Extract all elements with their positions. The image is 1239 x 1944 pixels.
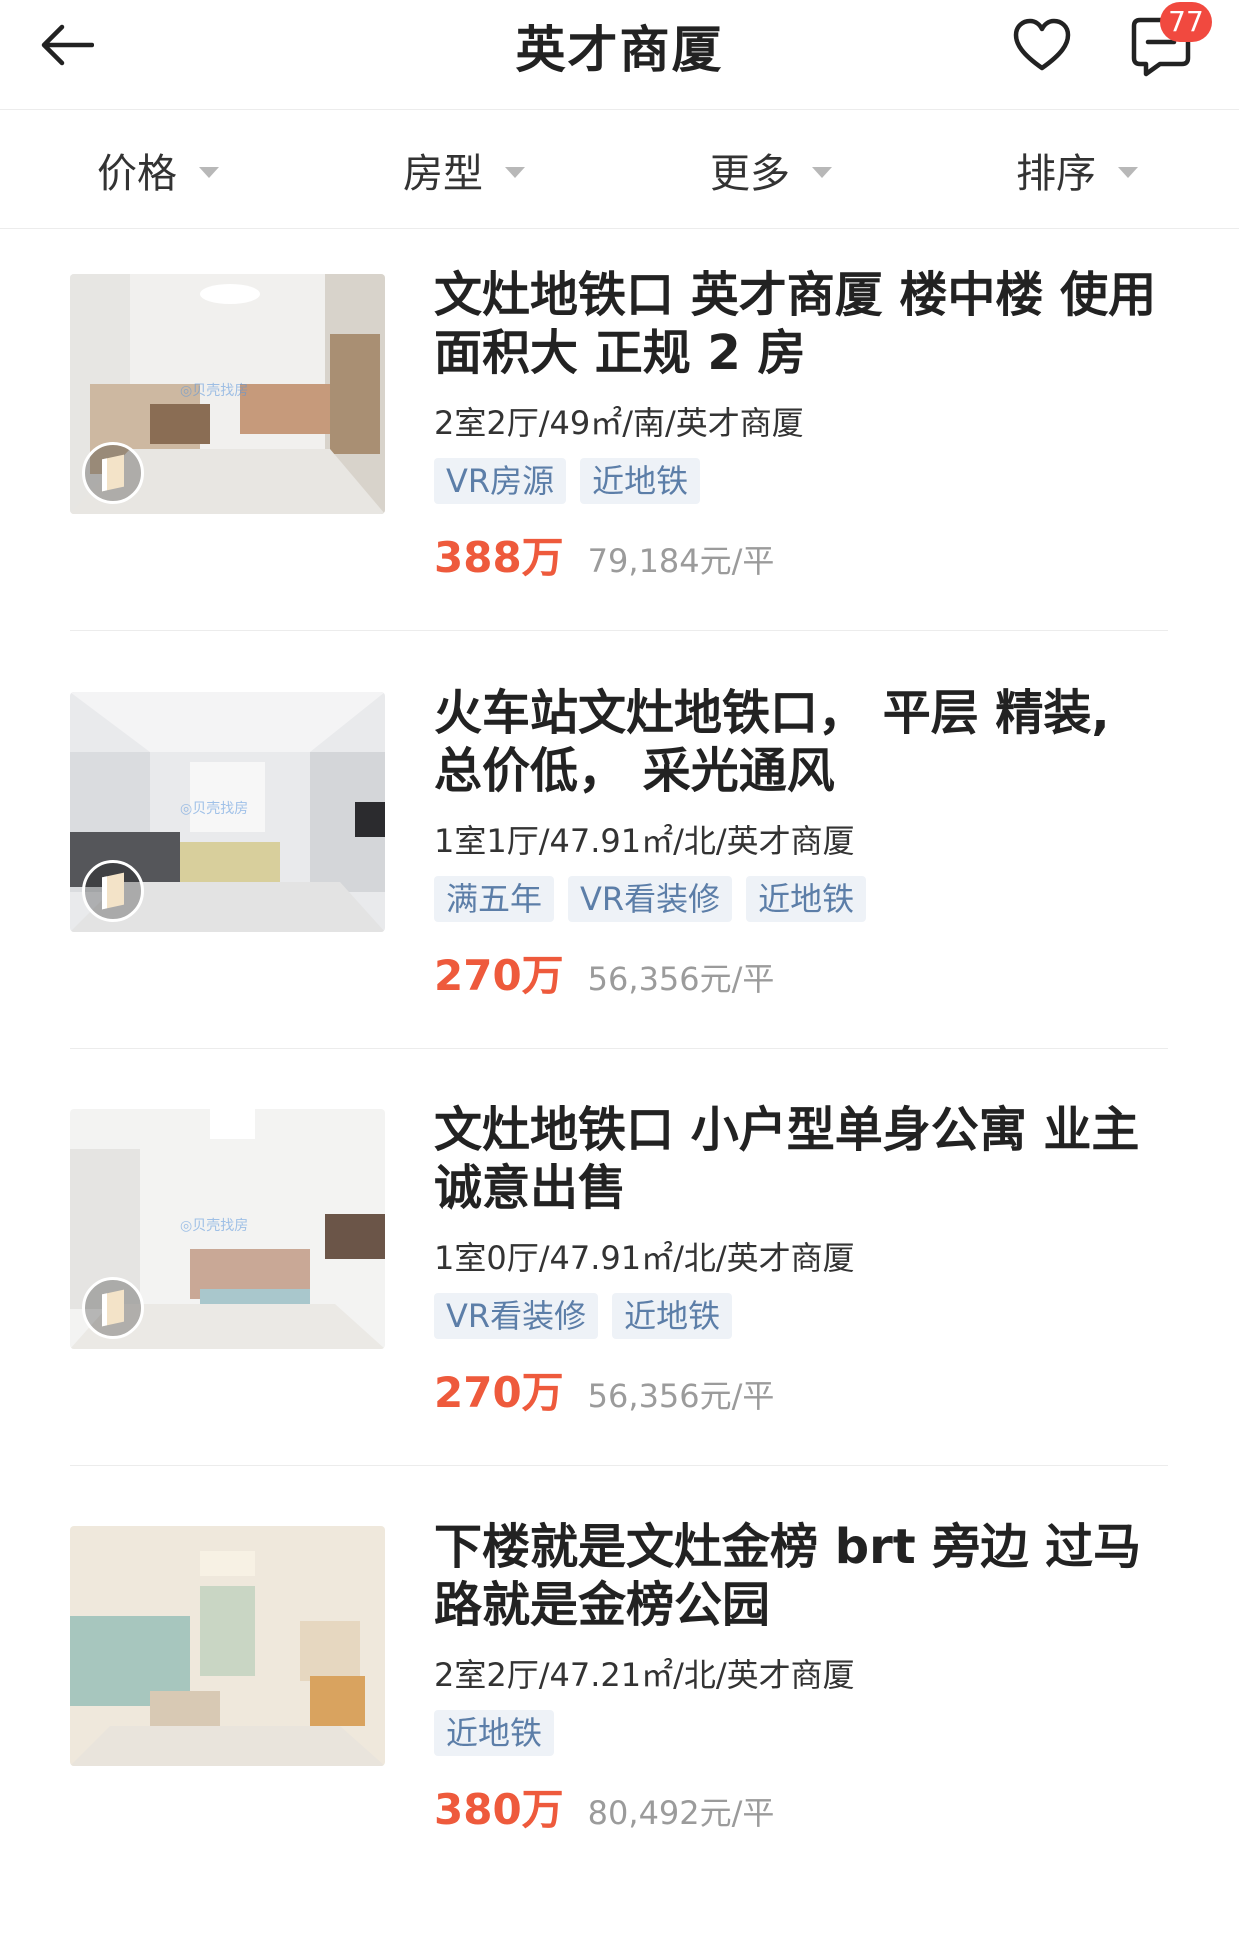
price-row: 388万 79,184元/平 [434,524,774,585]
caret-down-icon [505,166,525,178]
total-price: 270万 [434,1368,564,1417]
tag: VR看装修 [568,876,733,922]
tag: 近地铁 [746,876,867,922]
filter-bar: 价格 房型 更多 排序 [0,111,1239,229]
total-price: 270万 [434,951,564,1000]
vr-badge-icon [82,442,144,504]
listing-photo[interactable] [70,1526,385,1766]
tag: VR房源 [434,458,567,504]
filter-label: 价格 [97,151,177,197]
listing-title: 文灶地铁口 小户型单身公寓 业主诚意出售 [434,1102,1140,1216]
listing-photo[interactable]: ◎贝壳找房 [70,692,385,932]
filter-price[interactable]: 价格 [97,145,219,197]
filter-more[interactable]: 更多 [710,145,832,197]
message-count-badge: 77 [1160,2,1212,42]
unit-price: 56,356元/平 [587,1377,775,1415]
filter-label: 排序 [1016,151,1096,197]
caret-down-icon [1118,166,1138,178]
tag: 近地铁 [580,458,701,504]
unit-price: 79,184元/平 [587,542,775,580]
filter-room-type[interactable]: 房型 [403,145,525,197]
listing-meta: 1室0厅/47.91㎡/北/英才商厦 [434,1239,855,1277]
listing-meta: 2室2厅/47.21㎡/北/英才商厦 [434,1656,855,1694]
unit-price: 80,492元/平 [587,1794,775,1832]
watermark: ◎贝壳找房 [180,1218,249,1234]
tag-list: VR看装修 近地铁 [434,1293,733,1339]
total-price: 380万 [434,1785,564,1834]
listing-photo[interactable]: ◎贝壳找房 [70,274,385,514]
filter-sort[interactable]: 排序 [1016,145,1138,197]
listing-card[interactable]: 下楼就是文灶金榜 brt 旁边 过马路就是金榜公园 2室2厅/47.21㎡/北/… [0,1519,1239,1944]
listing-photo[interactable]: ◎贝壳找房 [70,1109,385,1349]
tag: VR看装修 [434,1293,599,1339]
tag-list: VR房源 近地铁 [434,458,701,504]
listing-title: 火车站文灶地铁口， 平层 精装, 总价低， 采光通风 [434,685,1110,799]
watermark: ◎贝壳找房 [180,383,249,399]
vr-badge-icon [82,860,144,922]
listing-meta: 2室2厅/49㎡/南/英才商厦 [434,404,804,442]
tag: 近地铁 [612,1293,733,1339]
divider [70,1048,1168,1049]
watermark: ◎贝壳找房 [180,801,249,817]
listing-title: 下楼就是文灶金榜 brt 旁边 过马路就是金榜公园 [434,1519,1142,1633]
filter-label: 更多 [710,151,790,197]
caret-down-icon [812,166,832,178]
price-row: 270万 56,356元/平 [434,1359,774,1420]
favorite-button[interactable] [1010,14,1074,78]
divider [70,1465,1168,1466]
tag: 满五年 [434,876,555,922]
price-row: 380万 80,492元/平 [434,1776,774,1837]
listing-meta: 1室1厅/47.91㎡/北/英才商厦 [434,822,855,860]
tag-list: 近地铁 [434,1710,555,1756]
filter-label: 房型 [403,151,483,197]
divider [70,630,1168,631]
caret-down-icon [199,166,219,178]
unit-price: 56,356元/平 [587,960,775,998]
price-row: 270万 56,356元/平 [434,942,774,1003]
total-price: 388万 [434,533,564,582]
tag: 近地铁 [434,1710,555,1756]
heart-icon [1013,18,1071,71]
vr-badge-icon [82,1277,144,1339]
listing-title: 文灶地铁口 英才商厦 楼中楼 使用面积大 正规 2 房 [434,267,1157,381]
tag-list: 满五年 VR看装修 近地铁 [434,876,867,922]
top-app-bar: 英才商厦 77 [0,0,1239,110]
room-photo-image [70,1526,385,1766]
